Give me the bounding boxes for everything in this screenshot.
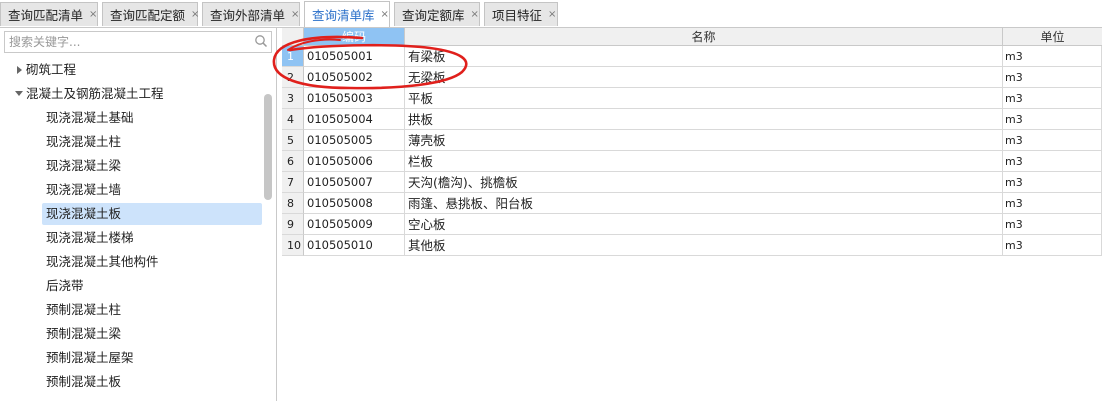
tree-node-label: 现浇混凝土基础: [46, 110, 134, 125]
tab-label: 查询清单库: [312, 8, 375, 23]
code-cell[interactable]: 010505001: [304, 46, 405, 67]
tab-label: 查询匹配定额: [110, 8, 186, 23]
tree-node-label: 现浇混凝土板: [46, 206, 122, 221]
tree-node[interactable]: 现浇混凝土柱: [46, 132, 121, 152]
unit-cell[interactable]: m3: [1003, 172, 1102, 193]
name-cell[interactable]: 拱板: [405, 109, 1003, 130]
unit-cell[interactable]: m3: [1003, 109, 1102, 130]
tree-node[interactable]: 现浇混凝土其他构件: [46, 252, 159, 272]
tree-node-label: 现浇混凝土墙: [46, 182, 122, 197]
close-icon[interactable]: ×: [89, 9, 97, 20]
row-number-cell[interactable]: 6: [282, 151, 304, 172]
tab-label: 项目特征: [492, 8, 543, 23]
tab-query-match-quota[interactable]: 查询匹配定额 ×: [102, 2, 199, 26]
tree-node-label: 现浇混凝土楼梯: [46, 230, 134, 245]
code-cell[interactable]: 010505010: [304, 235, 405, 256]
code-cell[interactable]: 010505007: [304, 172, 405, 193]
list-library-grid: 编码 名称 单位 1 010505001 有梁板 m3 2 010505002 无梁板 m3 3…: [282, 28, 1102, 401]
tree-node[interactable]: 预制混凝土板: [46, 372, 121, 392]
tree-node-masonry[interactable]: 砌筑工程: [26, 60, 76, 80]
tree-node-label: 混凝土及钢筋混凝土工程: [26, 86, 164, 101]
unit-cell[interactable]: m3: [1003, 193, 1102, 214]
magnifier-icon[interactable]: [254, 34, 268, 48]
close-icon[interactable]: ×: [548, 9, 556, 20]
name-cell[interactable]: 天沟(檐沟)、挑檐板: [405, 172, 1003, 193]
unit-cell[interactable]: m3: [1003, 235, 1102, 256]
tab-query-match-list[interactable]: 查询匹配清单 ×: [0, 2, 98, 26]
name-cell[interactable]: 薄壳板: [405, 130, 1003, 151]
tree-node-label: 现浇混凝土梁: [46, 158, 122, 173]
row-number-cell[interactable]: 3: [282, 88, 304, 109]
category-tree-panel: 砌筑工程 混凝土及钢筋混凝土工程 现浇混凝土基础 现浇混凝土柱 现浇混凝土梁 现…: [0, 28, 277, 401]
tree-node-label: 预制混凝土屋架: [46, 350, 134, 365]
tab-strip: 查询匹配清单 × 查询匹配定额 × 查询外部清单 × 查询清单库 × 查询定额库…: [0, 0, 1102, 28]
tree-node[interactable]: 现浇混凝土楼梯: [46, 228, 134, 248]
triangle-down-icon[interactable]: [15, 91, 23, 96]
name-cell[interactable]: 有梁板: [405, 46, 1003, 67]
column-header-name[interactable]: 名称: [405, 28, 1003, 46]
tree-node[interactable]: 现浇混凝土基础: [46, 108, 134, 128]
tree-node-label: 后浇带: [46, 278, 84, 293]
unit-cell[interactable]: m3: [1003, 46, 1102, 67]
tree-node[interactable]: 后浇带: [46, 276, 84, 296]
column-header-unit[interactable]: 单位: [1003, 28, 1102, 46]
code-cell[interactable]: 010505005: [304, 130, 405, 151]
close-icon[interactable]: ×: [471, 9, 479, 20]
unit-cell[interactable]: m3: [1003, 130, 1102, 151]
tree-node-label: 砌筑工程: [26, 62, 77, 77]
tab-label: 查询外部清单: [210, 8, 286, 23]
name-cell[interactable]: 栏板: [405, 151, 1003, 172]
name-cell[interactable]: 其他板: [405, 235, 1003, 256]
close-icon[interactable]: ×: [291, 9, 299, 20]
tab-label: 查询定额库: [402, 8, 465, 23]
tree-node-label: 预制混凝土板: [46, 374, 122, 389]
row-number-cell[interactable]: 4: [282, 109, 304, 130]
tree-node-label: 现浇混凝土柱: [46, 134, 122, 149]
tab-project-features[interactable]: 项目特征 ×: [484, 2, 558, 26]
row-number-cell[interactable]: 5: [282, 130, 304, 151]
search-input[interactable]: [4, 31, 272, 53]
tab-query-list-library[interactable]: 查询清单库 ×: [304, 1, 390, 27]
name-cell[interactable]: 空心板: [405, 214, 1003, 235]
code-cell[interactable]: 010505002: [304, 67, 405, 88]
unit-cell[interactable]: m3: [1003, 88, 1102, 109]
row-number-cell[interactable]: 9: [282, 214, 304, 235]
unit-cell[interactable]: m3: [1003, 67, 1102, 88]
row-number-cell[interactable]: 1: [282, 46, 304, 67]
row-number-cell[interactable]: 7: [282, 172, 304, 193]
tree-node[interactable]: 预制混凝土屋架: [46, 348, 134, 368]
row-number-header: [282, 28, 304, 46]
tree-node-selected[interactable]: 现浇混凝土板: [42, 203, 262, 225]
unit-cell[interactable]: m3: [1003, 214, 1102, 235]
column-header-code[interactable]: 编码: [304, 28, 405, 46]
code-cell[interactable]: 010505008: [304, 193, 405, 214]
close-icon[interactable]: ×: [191, 9, 199, 20]
name-cell[interactable]: 无梁板: [405, 67, 1003, 88]
row-number-cell[interactable]: 10: [282, 235, 304, 256]
name-cell[interactable]: 雨篷、悬挑板、阳台板: [405, 193, 1003, 214]
triangle-right-icon[interactable]: [17, 66, 22, 74]
code-cell[interactable]: 010505004: [304, 109, 405, 130]
tab-query-external-list[interactable]: 查询外部清单 ×: [202, 2, 300, 26]
code-cell[interactable]: 010505003: [304, 88, 405, 109]
tab-query-quota-library[interactable]: 查询定额库 ×: [394, 2, 480, 26]
tab-label: 查询匹配清单: [8, 8, 84, 23]
tree-node[interactable]: 预制混凝土梁: [46, 324, 121, 344]
tree-node[interactable]: 现浇混凝土梁: [46, 156, 121, 176]
tree-node-concrete[interactable]: 混凝土及钢筋混凝土工程: [26, 84, 164, 104]
code-cell[interactable]: 010505006: [304, 151, 405, 172]
close-icon[interactable]: ×: [381, 9, 389, 20]
tree-node-label: 预制混凝土柱: [46, 302, 122, 317]
row-number-cell[interactable]: 2: [282, 67, 304, 88]
row-number-cell[interactable]: 8: [282, 193, 304, 214]
name-cell[interactable]: 平板: [405, 88, 1003, 109]
tree-node[interactable]: 预制混凝土柱: [46, 300, 121, 320]
unit-cell[interactable]: m3: [1003, 151, 1102, 172]
tree-node-label: 现浇混凝土其他构件: [46, 254, 159, 269]
code-cell[interactable]: 010505009: [304, 214, 405, 235]
tree-scrollbar-thumb[interactable]: [264, 94, 272, 200]
tree-node[interactable]: 现浇混凝土墙: [46, 180, 121, 200]
tree-node-label: 预制混凝土梁: [46, 326, 122, 341]
